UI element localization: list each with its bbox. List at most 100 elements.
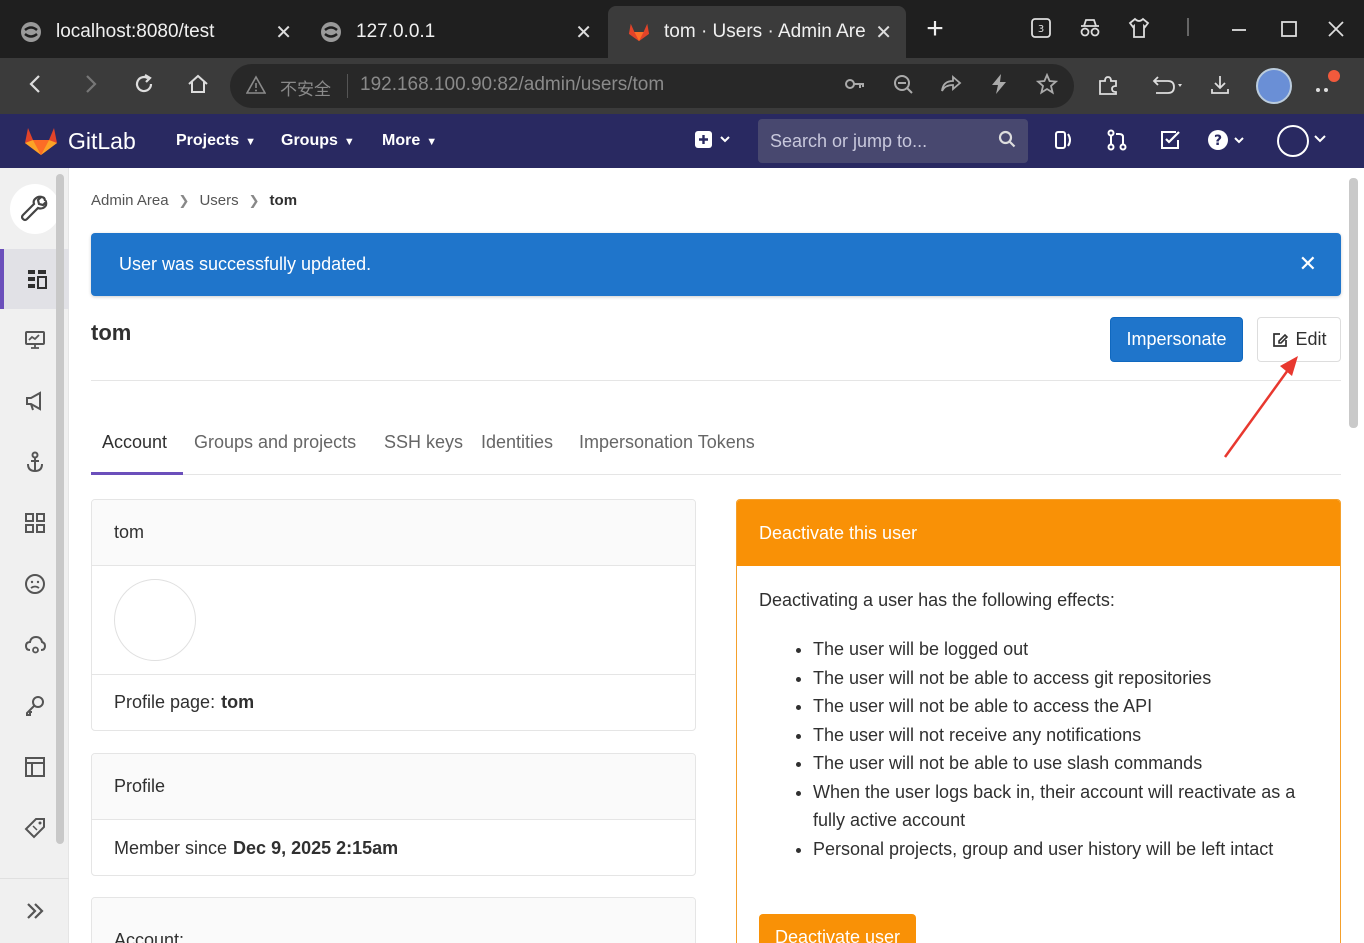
extensions-icon[interactable] [1096, 73, 1120, 103]
applications-icon [24, 513, 45, 533]
window-close-icon[interactable] [1327, 20, 1345, 44]
todo-icon[interactable] [1159, 129, 1181, 157]
list-item: The user will be logged out [813, 635, 1318, 664]
tab-ssh-keys[interactable]: SSH keys [384, 432, 463, 469]
site-icon [320, 21, 342, 43]
address-bar[interactable]: 不安全 192.168.100.90:82/admin/users/tom [230, 64, 1074, 108]
reload-icon[interactable] [130, 72, 158, 100]
nav-label: Groups [281, 132, 338, 149]
member-since-label: Member since [114, 837, 228, 858]
overview-icon [27, 270, 47, 289]
close-icon[interactable]: ✕ [575, 20, 592, 45]
search-box[interactable]: Search or jump to... [758, 119, 1028, 163]
insecure-label: 不安全 [280, 80, 331, 99]
browser-toolbar: 不安全 192.168.100.90:82/admin/users/tom [0, 58, 1364, 114]
nav-projects[interactable]: Projects ▼ [176, 132, 256, 150]
page-scrollbar[interactable] [1349, 178, 1358, 428]
minimize-icon[interactable] [1230, 20, 1248, 44]
gitlab-logo-icon[interactable] [24, 126, 58, 156]
profile-card-header: Profile [92, 754, 695, 820]
browser-tab-127[interactable]: 127.0.0.1 ✕ [300, 6, 606, 58]
sidebar-scrollbar[interactable] [56, 174, 64, 844]
tab-account[interactable]: Account [102, 432, 167, 469]
list-item: The user will not be able to access the … [813, 692, 1318, 721]
svg-text:?: ? [1214, 133, 1222, 149]
key-icon[interactable] [844, 73, 866, 101]
tab-impersonation-tokens[interactable]: Impersonation Tokens [579, 432, 755, 469]
gitlab-brand[interactable]: GitLab [68, 128, 136, 155]
nav-label: Projects [176, 132, 240, 149]
breadcrumb-users[interactable]: Users [199, 192, 238, 209]
user-avatar[interactable] [1277, 125, 1309, 157]
chevron-right-icon: ❯ [178, 192, 190, 208]
tab-count-badge: 3 [1038, 24, 1044, 35]
profile-page-label: Profile page: [114, 692, 216, 712]
home-icon[interactable] [184, 72, 212, 100]
tab-count-icon[interactable]: 3 [1030, 17, 1052, 45]
deactivate-intro: Deactivating a user has the following ef… [759, 590, 1115, 610]
page-title: tom [91, 320, 132, 345]
admin-wrench-icon[interactable] [10, 184, 60, 234]
tab-identities[interactable]: Identities [481, 432, 553, 469]
sad-face-icon [24, 574, 45, 594]
forward-icon[interactable] [76, 72, 104, 100]
download-icon[interactable] [1208, 73, 1232, 103]
help-icon[interactable]: ? [1207, 129, 1247, 157]
browser-tab-label: localhost:8080/test [56, 21, 215, 42]
zoom-out-icon[interactable] [892, 73, 914, 101]
search-icon [998, 130, 1016, 153]
flash-message: User was successfully updated. [119, 254, 372, 274]
close-icon[interactable]: ✕ [275, 20, 292, 45]
list-item: The user will not be able to access git … [813, 664, 1318, 693]
deactivate-card-header: Deactivate this user [737, 500, 1340, 566]
close-icon[interactable]: ✕ [875, 20, 892, 45]
breadcrumb-admin-area[interactable]: Admin Area [91, 192, 169, 209]
edit-button[interactable]: Edit [1257, 317, 1341, 362]
browser-tab-localhost[interactable]: localhost:8080/test ✕ [0, 6, 306, 58]
share-icon[interactable] [940, 73, 962, 101]
close-icon[interactable]: ✕ [1299, 251, 1317, 277]
list-item: The user will not receive any notificati… [813, 721, 1318, 750]
chevron-down-icon[interactable] [1314, 134, 1326, 147]
star-icon[interactable] [1035, 72, 1059, 101]
new-tab-button[interactable]: + [920, 14, 950, 44]
main-content: Admin Area ❯ Users ❯ tom User was succes… [69, 168, 1364, 943]
megaphone-icon [25, 391, 41, 411]
nav-more[interactable]: More ▼ [382, 132, 437, 150]
issues-icon[interactable] [1053, 129, 1075, 157]
monitor-icon [24, 331, 45, 349]
undo-icon[interactable] [1148, 73, 1186, 103]
merge-requests-icon[interactable] [1106, 129, 1128, 157]
breadcrumb-current[interactable]: tom [270, 192, 298, 209]
template-icon [24, 757, 45, 777]
chevron-down-icon: ▼ [245, 136, 257, 148]
impersonate-button[interactable]: Impersonate [1110, 317, 1243, 362]
chevron-right-icon: ❯ [248, 192, 260, 208]
user-tabs: Account Groups and projects SSH keys Ide… [91, 416, 1341, 475]
nav-groups[interactable]: Groups ▼ [281, 132, 355, 150]
maximize-icon[interactable] [1280, 20, 1298, 44]
search-input[interactable]: Search or jump to... [770, 131, 927, 152]
nav-label: More [382, 132, 421, 149]
list-item: Personal projects, group and user histor… [813, 835, 1318, 864]
divider [91, 380, 1341, 381]
browser-tab-gitlab[interactable]: tom · Users · Admin Area ✕ [608, 6, 906, 58]
new-item-dropdown[interactable] [694, 130, 734, 155]
list-item: The user will not be able to use slash c… [813, 749, 1318, 778]
incognito-icon[interactable] [1078, 17, 1102, 45]
deactivate-user-button[interactable]: Deactivate user [759, 914, 916, 943]
collapse-sidebar-icon[interactable] [0, 878, 69, 942]
tab-groups-and-projects[interactable]: Groups and projects [194, 432, 356, 469]
lightning-icon[interactable] [988, 73, 1010, 101]
user-card-header: tom [92, 500, 695, 566]
key-icon [25, 696, 44, 716]
browser-profile-avatar[interactable] [1256, 68, 1292, 104]
account-card: Account: [91, 897, 696, 943]
chevron-down-icon: ▼ [426, 136, 438, 148]
shirt-icon[interactable] [1128, 17, 1150, 45]
back-icon[interactable] [22, 72, 50, 100]
profile-page-link[interactable]: tom [221, 692, 254, 713]
url-text[interactable]: 192.168.100.90:82/admin/users/tom [360, 74, 664, 96]
divider [347, 74, 348, 98]
site-icon [20, 21, 42, 43]
